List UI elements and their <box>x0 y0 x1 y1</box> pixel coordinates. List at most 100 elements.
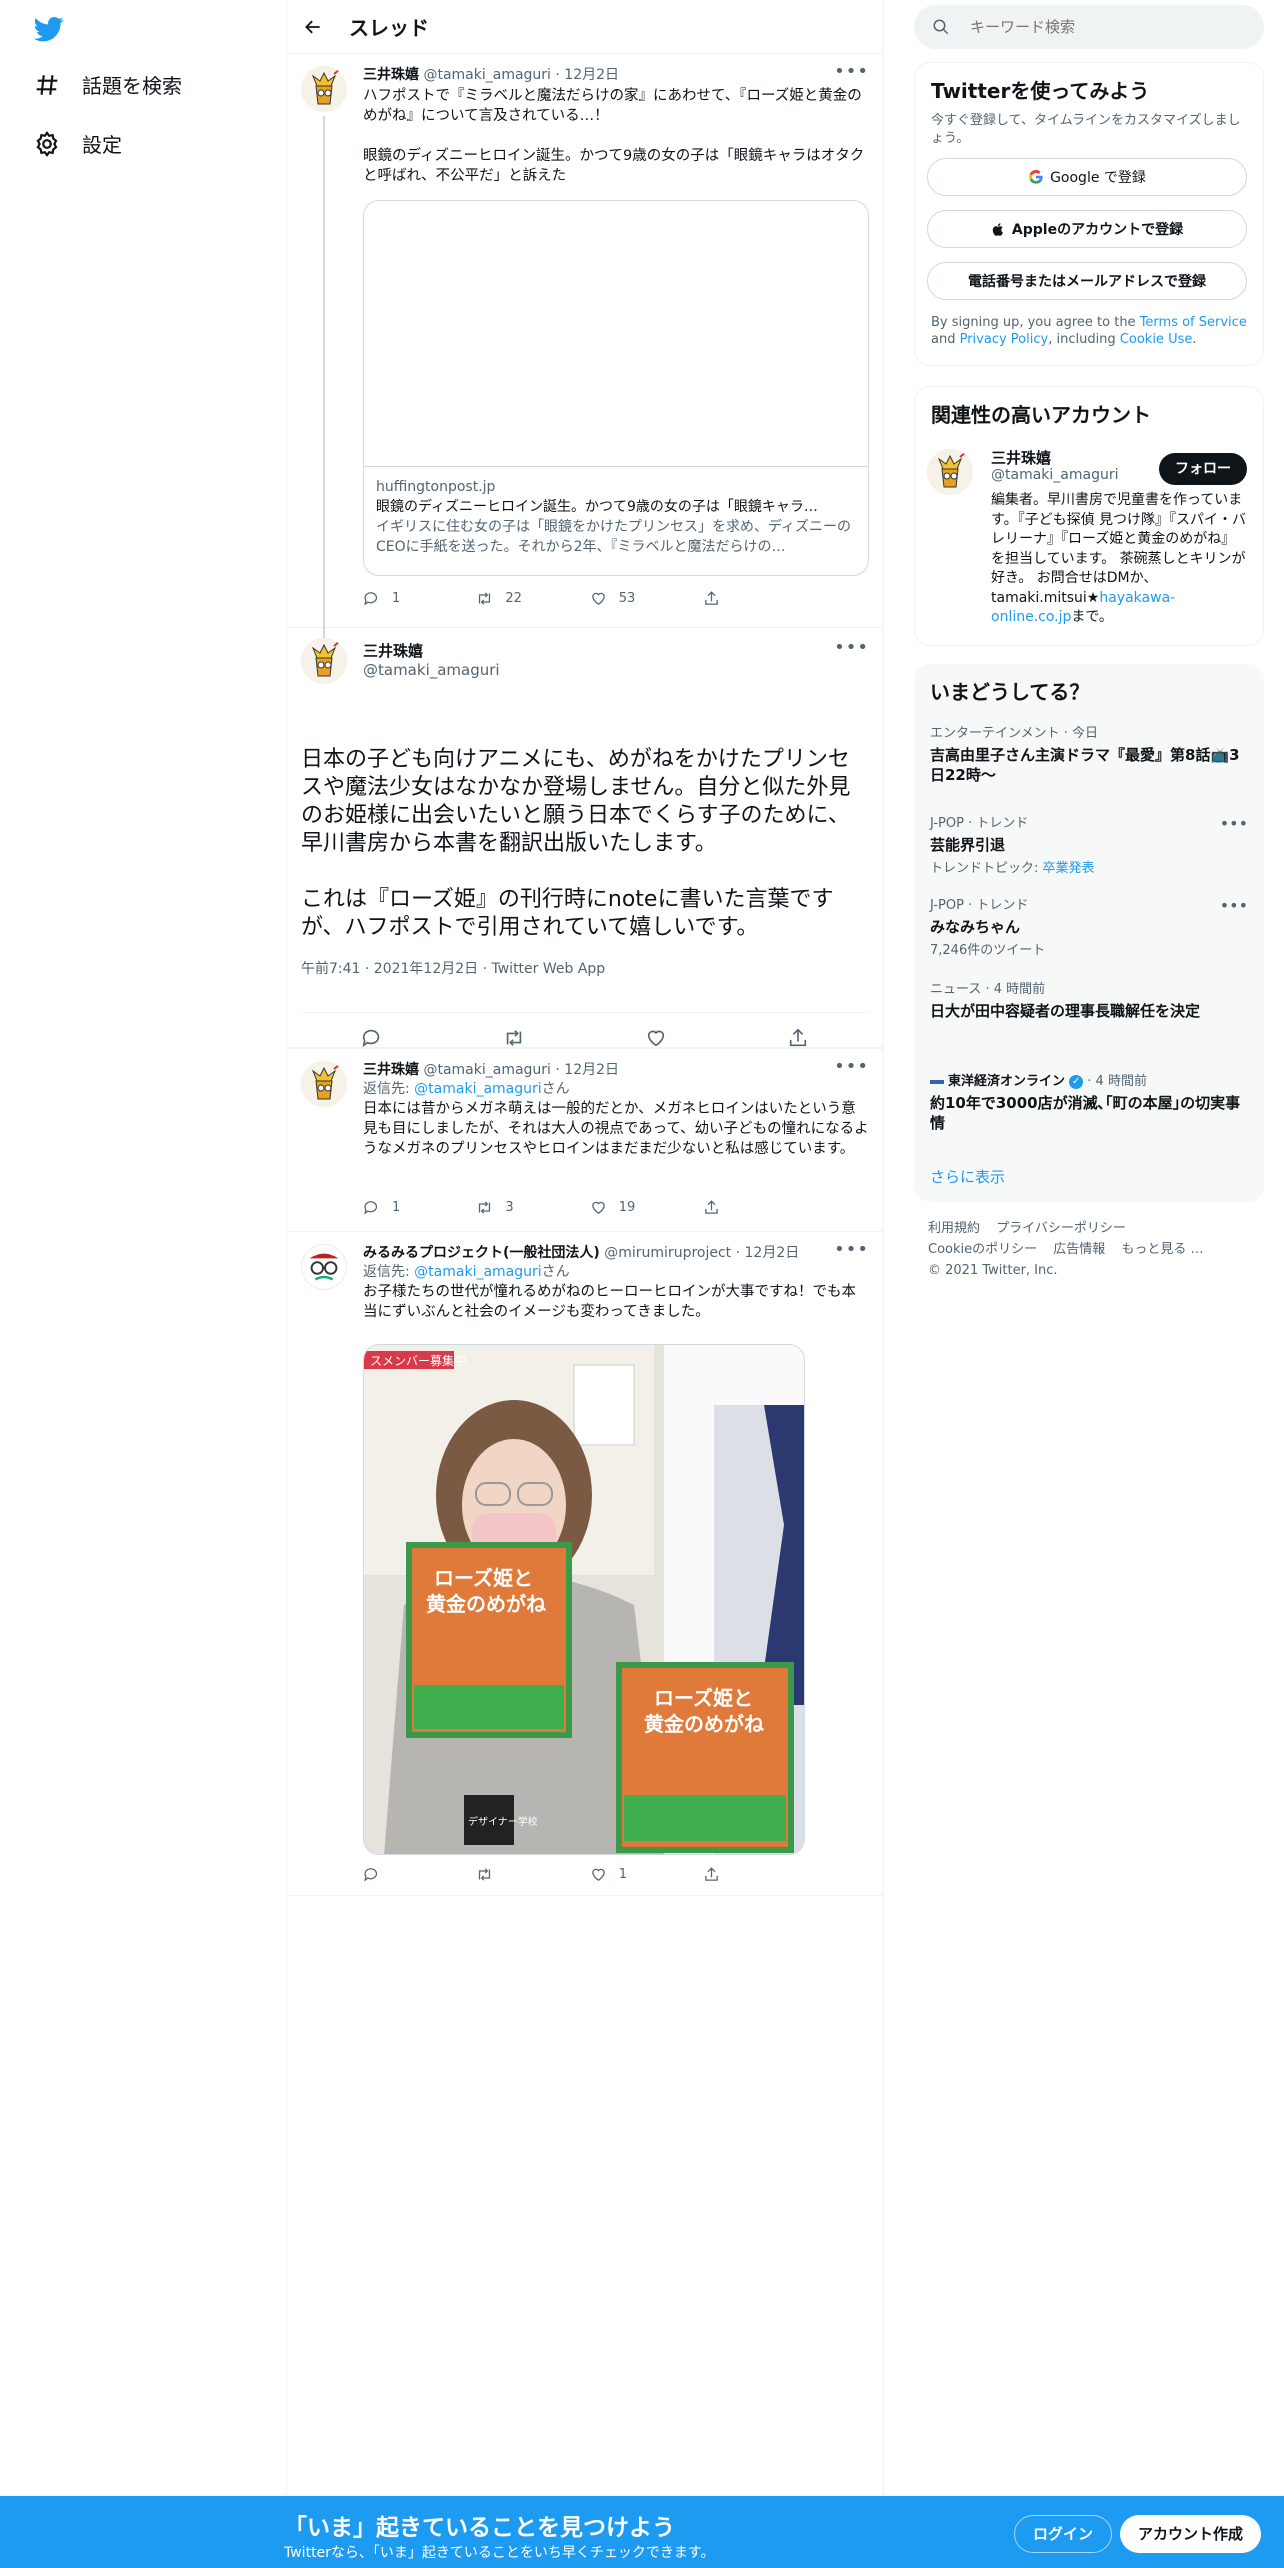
author-handle[interactable]: @tamaki_amaguri <box>363 661 500 679</box>
author-name[interactable]: みるみるプロジェクト(一般社団法人) <box>363 1245 600 1261</box>
create-account-button[interactable]: アカウント作成 <box>1120 2515 1262 2553</box>
avatar[interactable] <box>301 1061 347 1107</box>
retweet-button[interactable]: 22 <box>476 590 589 607</box>
legal-text: By signing up, you agree to the <box>931 315 1140 330</box>
reply-count: 1 <box>392 1200 401 1215</box>
reply-to-link[interactable]: @tamaki_amaguri <box>414 1264 541 1280</box>
retweet-icon <box>479 1868 491 1881</box>
footer-link-terms[interactable]: 利用規約 <box>928 1221 980 1236</box>
tweet-reply-2[interactable]: みるみるプロジェクト(一般社団法人) @mirumiruproject · 12… <box>287 1232 883 1896</box>
tweet-timestamp[interactable]: 午前7:41 · 2021年12月2日 · Twitter Web App <box>301 958 605 978</box>
share-icon <box>705 1200 718 1214</box>
like-button[interactable]: 1 <box>590 1866 703 1883</box>
terms-link[interactable]: Terms of Service <box>1140 315 1247 330</box>
avatar[interactable] <box>301 1244 347 1290</box>
follow-button[interactable]: フォロー <box>1159 453 1247 485</box>
card-title: 眼鏡のディズニーヒロイン誕生。かつて9歳の女の子は「眼鏡キャラ… <box>376 499 818 515</box>
footer-link-more[interactable]: もっと見る … <box>1121 1242 1203 1257</box>
more-icon[interactable]: ••• <box>1220 814 1248 833</box>
login-button[interactable]: ログイン <box>1014 2515 1113 2553</box>
like-button[interactable]: 19 <box>590 1199 703 1216</box>
reply-prefix: 返信先: <box>363 1264 415 1280</box>
more-icon[interactable]: ••• <box>834 639 869 657</box>
link-card[interactable]: huffingtonpost.jp 眼鏡のディズニーヒロイン誕生。かつて9歳の女… <box>363 200 869 576</box>
trend-category: J-POP · トレンド <box>930 898 1029 913</box>
retweet-button[interactable] <box>476 1866 589 1883</box>
trend-item[interactable]: ニュース · 4 時間前 日大が田中容疑者の理事長職解任を決定 <box>930 978 1248 1021</box>
footer-links: 利用規約 プライバシーポリシー Cookieのポリシー 広告情報 もっと見る …… <box>928 1218 1258 1281</box>
share-icon[interactable] <box>787 1027 809 1049</box>
reply-icon <box>364 1868 378 1882</box>
trend-item[interactable]: 東洋経済オンライン ✓ · 4 時間前 約10年で3000店が消滅､｢町の本屋｣… <box>930 1070 1248 1133</box>
related-name[interactable]: 三井珠嬉 <box>991 447 1051 468</box>
phone-signup-label: 電話番号またはメールアドレスで登録 <box>968 274 1206 290</box>
tweet-date[interactable]: 12月2日 <box>745 1245 800 1261</box>
twitter-logo-icon[interactable] <box>32 14 66 44</box>
search-input[interactable] <box>970 18 1230 36</box>
heart-icon[interactable] <box>645 1027 667 1049</box>
reply-suffix: さん <box>541 1264 570 1280</box>
signup-legal: By signing up, you agree to the Terms of… <box>915 314 1263 348</box>
more-icon[interactable]: ••• <box>1220 896 1248 915</box>
footer-link-privacy[interactable]: プライバシーポリシー <box>996 1221 1126 1236</box>
show-more-link[interactable]: さらに表示 <box>930 1166 1005 1187</box>
author-handle[interactable]: @mirumiruproject <box>604 1245 731 1261</box>
related-avatar[interactable] <box>927 449 973 495</box>
share-button[interactable] <box>703 1866 732 1883</box>
focus-author[interactable]: 三井珠嬉 @tamaki_amaguri <box>363 640 500 679</box>
more-icon[interactable]: ••• <box>834 1058 869 1076</box>
book-title-1: ローズ姫と <box>654 1686 753 1710</box>
nav-settings[interactable]: 設定 <box>34 129 122 158</box>
author-name[interactable]: 三井珠嬉 <box>363 1062 419 1078</box>
tweet-photo[interactable]: スメンバー募集中 ローズ姫と 黄金のめがね ローズ姫と 黄金のめがね デザイナー… <box>363 1344 805 1855</box>
like-button[interactable]: 53 <box>590 590 703 607</box>
more-icon[interactable]: ••• <box>834 63 869 81</box>
author-name[interactable]: 三井珠嬉 <box>363 67 419 83</box>
retweet-button[interactable]: 3 <box>476 1199 589 1216</box>
share-button[interactable] <box>703 590 732 607</box>
author-handle[interactable]: @tamaki_amaguri <box>423 1062 550 1078</box>
reply-to-link[interactable]: @tamaki_amaguri <box>414 1081 541 1097</box>
footer-link-ads[interactable]: 広告情報 <box>1053 1242 1105 1257</box>
reply-button[interactable]: 1 <box>363 590 476 607</box>
trend-item[interactable]: J-POP · トレンド みなみちゃん 7,246件のツイート ••• <box>930 894 1248 958</box>
retweet-icon[interactable] <box>503 1027 525 1049</box>
avatar[interactable] <box>301 638 347 684</box>
thread-line <box>323 116 325 662</box>
news-time: · 4 時間前 <box>1083 1074 1147 1089</box>
tweet-date[interactable]: 12月2日 <box>564 1062 619 1078</box>
reply-button[interactable] <box>363 1866 476 1883</box>
search-box[interactable] <box>914 5 1264 49</box>
avatar[interactable] <box>301 66 347 112</box>
privacy-link[interactable]: Privacy Policy <box>960 332 1049 347</box>
more-icon[interactable]: ••• <box>834 1241 869 1259</box>
google-signup-button[interactable]: Google で登録 <box>927 158 1247 196</box>
reply-icon[interactable] <box>361 1027 383 1049</box>
back-button[interactable] <box>301 15 325 39</box>
trend-category: エンターテインメント · 今日 <box>930 726 1099 741</box>
author-name[interactable]: 三井珠嬉 <box>363 640 500 661</box>
author-handle[interactable]: @tamaki_amaguri <box>423 67 550 83</box>
trend-item[interactable]: J-POP · トレンド 芸能界引退 トレンドトピック: 卒業発表 ••• <box>930 812 1248 876</box>
cookie-link[interactable]: Cookie Use <box>1120 332 1193 347</box>
related-handle[interactable]: @tamaki_amaguri <box>991 467 1118 483</box>
tweet-text: お子様たちの世代が憧れるめがねのヒーローヒロインが大事ですね！でも本当にずいぶん… <box>363 1284 856 1320</box>
share-button[interactable] <box>703 1199 732 1216</box>
avatar-image <box>309 1253 339 1281</box>
tweet-actions: 1 <box>363 1866 783 1883</box>
nav-explore[interactable]: 話題を検索 <box>34 70 182 99</box>
card-image <box>364 201 868 467</box>
trend-item[interactable]: エンターテインメント · 今日 吉高由里子さん主演ドラマ『最愛』第8話📺3日22… <box>930 722 1248 785</box>
phone-email-signup-button[interactable]: 電話番号またはメールアドレスで登録 <box>927 262 1247 300</box>
reply-suffix: さん <box>541 1081 570 1097</box>
tweet-header: みるみるプロジェクト(一般社団法人) @mirumiruproject · 12… <box>363 1244 869 1262</box>
footer-link-cookie[interactable]: Cookieのポリシー <box>928 1242 1037 1257</box>
trend-category: 東洋経済オンライン ✓ · 4 時間前 <box>930 1070 1248 1089</box>
tweet-reply-1[interactable]: 三井珠嬉 @tamaki_amaguri · 12月2日 ••• 返信先: @t… <box>287 1048 883 1232</box>
trend-sub-link[interactable]: 卒業発表 <box>1043 861 1095 876</box>
apple-signup-button[interactable]: Appleのアカウントで登録 <box>927 210 1247 248</box>
reply-button[interactable]: 1 <box>363 1199 476 1216</box>
tweet-date[interactable]: 12月2日 <box>564 67 619 83</box>
tweet-1[interactable]: 三井珠嬉 @tamaki_amaguri · 12月2日 ••• ハフポストで『… <box>287 54 883 662</box>
left-nav: 話題を検索 設定 <box>0 0 286 2500</box>
